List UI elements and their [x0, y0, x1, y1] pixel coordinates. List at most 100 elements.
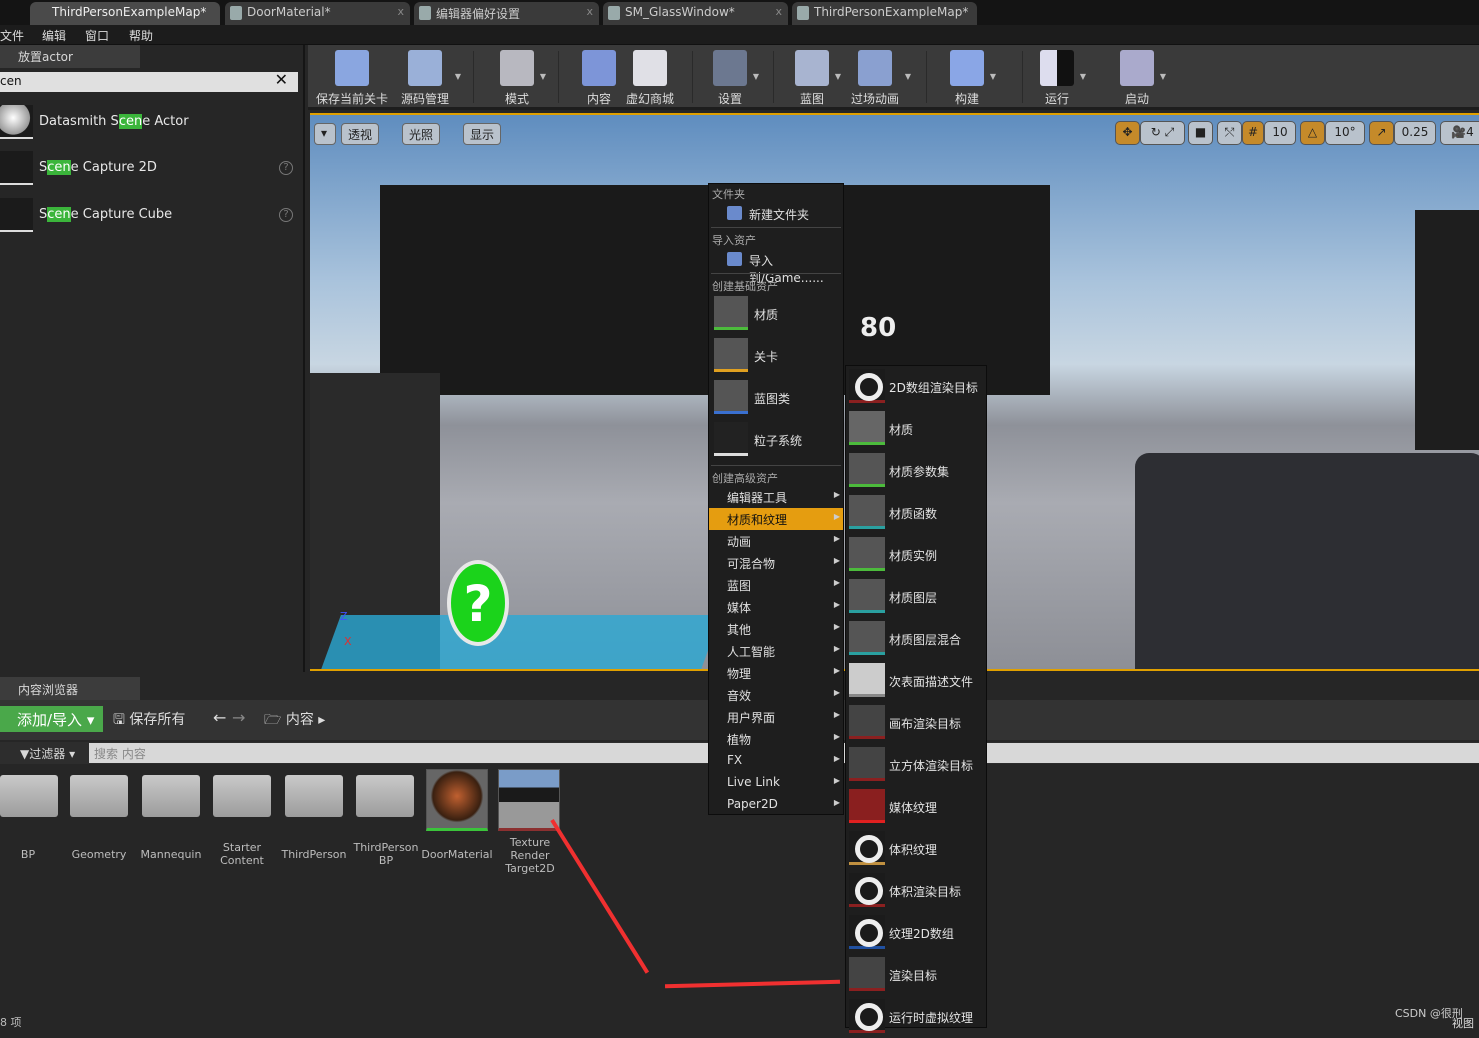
path-content[interactable]: 🗁 内容 ▸ [264, 709, 325, 733]
submenu-item[interactable]: 材质参数集 [846, 450, 986, 492]
submenu-item[interactable]: 材质图层混合 [846, 618, 986, 660]
menu-item-blendables[interactable]: 可混合物 ▶ [709, 552, 843, 574]
submenu-item[interactable]: 运行时虚拟纹理 [846, 996, 986, 1038]
tab-map-2[interactable]: ThirdPersonExampleMap* [792, 2, 977, 25]
submenu-item[interactable]: 材质函数 [846, 492, 986, 534]
submenu-item[interactable]: 媒体纹理 [846, 786, 986, 828]
save-level-button[interactable]: 保存当前关卡 [316, 50, 388, 107]
menu-item-paper2d[interactable]: Paper2D ▶ [709, 794, 843, 816]
section-header: 文件夹 [712, 188, 745, 201]
submenu-item[interactable]: 画布渲染目标 [846, 702, 986, 744]
new-folder-item[interactable]: 新建文件夹 [727, 203, 809, 225]
grid-snap-value[interactable]: 10 [1264, 121, 1296, 145]
scale-snap-icon[interactable]: ↗ [1369, 121, 1394, 145]
perspective-button[interactable]: 透视 [341, 123, 380, 145]
submenu-item[interactable]: 2D数组渲染目标 [846, 366, 986, 408]
modes-button[interactable]: 模式 ▼ [500, 50, 546, 107]
scale-snap-value[interactable]: 0.25 [1394, 121, 1436, 145]
help-icon[interactable]: ? [279, 208, 293, 222]
clear-icon[interactable]: ✕ [275, 70, 288, 89]
submenu-item[interactable]: 材质实例 [846, 534, 986, 576]
menu-edit[interactable]: 编辑 [42, 27, 66, 44]
tab-label: DoorMaterial* [247, 5, 331, 19]
filters-button[interactable]: ▼过滤器 ▾ [20, 745, 75, 762]
content-browser-tab[interactable]: 内容浏览器 [0, 677, 140, 700]
list-item[interactable]: Datasmith Scene Actor [0, 105, 303, 141]
menu-item-editor-tools[interactable]: 编辑器工具 ▶ [709, 486, 843, 508]
menu-item-foliage[interactable]: 植物 ▶ [709, 728, 843, 750]
list-item[interactable]: Scene Capture Cube? [0, 198, 303, 234]
close-icon[interactable]: x [397, 5, 404, 18]
build-button[interactable]: 构建 ▼ [950, 50, 996, 107]
rotation-snap-icon[interactable]: △ [1300, 121, 1325, 145]
folder-icon[interactable] [0, 775, 58, 817]
translate-icon[interactable]: ✥ [1115, 121, 1140, 145]
launch-button[interactable]: 启动 ▼ [1120, 50, 1166, 107]
import-item[interactable]: 导入到/Game...... [727, 249, 843, 285]
menu-window[interactable]: 窗口 [85, 27, 109, 44]
play-button[interactable]: 运行 ▼ [1040, 50, 1086, 107]
menu-item-particle-system[interactable]: 粒子系统 [712, 420, 842, 460]
menu-item-live-link[interactable]: Live Link ▶ [709, 772, 843, 794]
folder-icon[interactable] [142, 775, 200, 817]
submenu-item[interactable]: 体积纹理 [846, 828, 986, 870]
grid-snap-icon[interactable]: # [1242, 121, 1264, 145]
asset-door-material[interactable] [426, 769, 488, 831]
list-item[interactable]: Scene Capture 2D? [0, 151, 303, 187]
tab-editor-prefs[interactable]: 编辑器偏好设置 x [414, 2, 599, 25]
submenu-item[interactable]: 渲染目标 [846, 954, 986, 996]
show-button[interactable]: 显示 [463, 123, 502, 145]
world-local-icon[interactable]: ■ [1188, 121, 1213, 145]
place-actors-tab[interactable]: 放置actor [0, 45, 140, 68]
submenu-item[interactable]: 材质 [846, 408, 986, 450]
menu-help[interactable]: 帮助 [129, 27, 153, 44]
lit-button[interactable]: 光照 [402, 123, 441, 145]
menu-item-media[interactable]: 媒体 ▶ [709, 596, 843, 618]
add-import-button[interactable]: 添加/导入 ▾ [0, 706, 103, 732]
folder-icon[interactable] [213, 775, 271, 817]
close-icon[interactable]: x [775, 5, 782, 18]
menu-item-blueprint-class[interactable]: 蓝图类 [712, 378, 842, 418]
menu-file[interactable]: 文件 [0, 27, 24, 44]
settings-button[interactable]: 设置 ▼ [713, 50, 759, 107]
folder-icon[interactable] [285, 775, 343, 817]
folder-icon[interactable] [70, 775, 128, 817]
surface-snap-icon[interactable]: ⤲ [1217, 121, 1242, 145]
submenu-item[interactable]: 次表面描述文件 [846, 660, 986, 702]
tab-map[interactable]: ThirdPersonExampleMap* [30, 2, 220, 25]
folder-icon[interactable] [356, 775, 414, 817]
submenu-item[interactable]: 纹理2D数组 [846, 912, 986, 954]
rotate-scale-icon[interactable]: ↻ ⤢ [1140, 121, 1185, 145]
menu-item-blueprints[interactable]: 蓝图 ▶ [709, 574, 843, 596]
help-icon[interactable]: ? [279, 161, 293, 175]
menu-item-material[interactable]: 材质 [712, 294, 842, 334]
menu-item-sounds[interactable]: 音效 ▶ [709, 684, 843, 706]
menu-item-level[interactable]: 关卡 [712, 336, 842, 376]
source-control-button[interactable]: 源码管理 ▼ [401, 50, 461, 107]
close-icon[interactable]: x [586, 5, 593, 18]
marketplace-button[interactable]: 虚幻商城 [626, 50, 674, 107]
cinematics-button[interactable]: 过场动画 ▼ [851, 50, 911, 107]
menu-item-misc[interactable]: 其他 ▶ [709, 618, 843, 640]
menu-item-physics[interactable]: 物理 ▶ [709, 662, 843, 684]
place-search-input[interactable]: cen ✕ [0, 70, 298, 92]
menu-item-animation[interactable]: 动画 ▶ [709, 530, 843, 552]
menu-item-ui[interactable]: 用户界面 ▶ [709, 706, 843, 728]
tab-door-material[interactable]: DoorMaterial* x [225, 2, 410, 25]
submenu-item[interactable]: 材质图层 [846, 576, 986, 618]
folder-icon: 🗁 [264, 712, 282, 728]
tab-glass-window[interactable]: SM_GlassWindow* x [603, 2, 788, 25]
rotation-snap-value[interactable]: 10° [1325, 121, 1365, 145]
submenu-item[interactable]: 体积渲染目标 [846, 870, 986, 912]
menu-item-ai[interactable]: 人工智能 ▶ [709, 640, 843, 662]
menu-item-materials-textures[interactable]: 材质和纹理 ▶ [709, 508, 843, 530]
content-button[interactable]: 内容 [582, 50, 616, 107]
menu-item-fx[interactable]: FX ▶ [709, 750, 843, 772]
camera-speed-button[interactable]: 🎥4 [1440, 121, 1479, 145]
history-forward-button[interactable]: → [232, 708, 245, 727]
viewport-options-button[interactable]: ▾ [314, 123, 336, 145]
history-back-button[interactable]: ← [213, 708, 226, 727]
blueprints-button[interactable]: 蓝图 ▼ [795, 50, 841, 107]
save-all-button[interactable]: 🖫 保存所有 [113, 709, 185, 733]
submenu-item[interactable]: 立方体渲染目标 [846, 744, 986, 786]
